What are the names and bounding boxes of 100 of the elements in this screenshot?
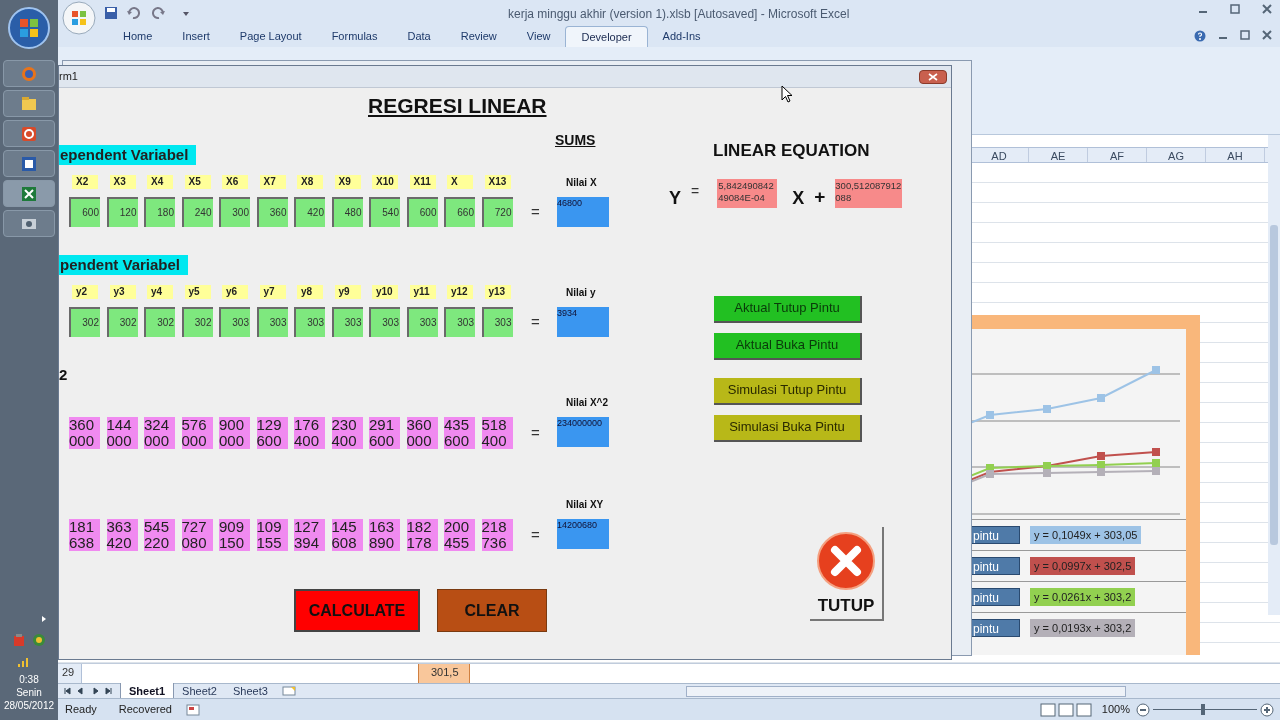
chart-button[interactable]: Simulasi Tutup Pintu [714,377,862,405]
value-field[interactable]: 127394 [294,519,325,551]
calculate-button[interactable]: CALCULATE [294,589,420,632]
form-close-button[interactable] [919,69,947,84]
clock-time[interactable]: 0:38 [19,673,39,686]
sheet-navigation-icon[interactable] [64,686,112,696]
taskbar-button[interactable] [3,120,55,147]
close-icon[interactable] [1262,4,1272,14]
input-field[interactable]: 600 [69,197,100,227]
value-field[interactable]: 230400 [331,417,363,449]
chart-button[interactable]: Aktual Buka Pintu [714,332,862,360]
ribbon-tab[interactable]: Page Layout [224,26,317,47]
value-field[interactable]: 145608 [331,519,363,551]
input-field[interactable]: 303 [331,307,363,337]
view-buttons-icon[interactable] [1039,702,1092,717]
input-field[interactable]: 303 [369,307,400,337]
value-field[interactable]: 363420 [106,519,138,551]
input-field[interactable]: 540 [369,197,400,227]
value-field[interactable]: 163890 [369,519,400,551]
input-field[interactable]: 480 [331,197,363,227]
value-field[interactable]: 545220 [144,519,175,551]
input-field[interactable]: 303 [256,307,288,337]
vertical-scrollbar[interactable] [1268,135,1280,615]
clear-button[interactable]: CLEAR [437,589,547,632]
signal-icon[interactable] [17,655,31,667]
tray-arrow-icon[interactable] [40,615,48,623]
redo-icon[interactable] [152,6,166,20]
taskbar-button[interactable] [3,150,55,177]
input-field[interactable]: 300 [219,197,250,227]
input-field[interactable]: 302 [144,307,175,337]
ribbon-tab[interactable]: Home [108,26,168,47]
input-field[interactable]: 180 [144,197,175,227]
value-field[interactable]: 144000 [106,417,138,449]
value-field[interactable]: 182178 [406,519,438,551]
slope-field[interactable]: 5,84249084249084E-04 [717,178,778,208]
ribbon-tab[interactable]: Formulas [316,26,393,47]
value-field[interactable]: 176400 [294,417,325,449]
value-field[interactable]: 218736 [481,519,513,551]
sum-field[interactable]: 14200680 [557,519,609,549]
input-field[interactable]: 303 [294,307,325,337]
value-field[interactable]: 360000 [406,417,438,449]
input-field[interactable]: 303 [444,307,475,337]
value-field[interactable]: 129600 [256,417,288,449]
taskbar-button[interactable] [3,210,55,237]
column-header[interactable]: AE [1029,148,1088,162]
value-field[interactable]: 109155 [256,519,288,551]
sum-field[interactable]: 46800 [557,197,609,227]
input-field[interactable]: 303 [406,307,438,337]
input-field[interactable]: 660 [444,197,475,227]
input-field[interactable]: 360 [256,197,288,227]
close-icon[interactable] [1262,30,1272,40]
taskbar-button[interactable] [3,180,55,207]
chart-button[interactable]: Simulasi Buka Pintu [714,414,862,442]
column-header[interactable]: AG [1147,148,1206,162]
value-field[interactable]: 324000 [144,417,175,449]
value-field[interactable]: 576000 [181,417,213,449]
sum-field[interactable]: 3934 [557,307,609,337]
chart-button[interactable]: Aktual Tutup Pintu [714,295,862,323]
horizontal-scrollbar[interactable] [685,685,1126,697]
help-icon[interactable] [1194,30,1206,42]
restore-icon[interactable] [1230,4,1240,14]
network-icon[interactable] [32,633,46,647]
save-icon[interactable] [104,6,118,20]
value-field[interactable]: 360000 [69,417,100,449]
intercept-field[interactable]: 300,512087912088 [835,178,903,208]
value-field[interactable]: 900000 [219,417,250,449]
value-field[interactable]: 181638 [69,519,100,551]
input-field[interactable]: 720 [481,197,513,227]
zoom-slider-thumb[interactable] [1201,704,1205,715]
customize-caret-icon[interactable] [182,9,190,17]
row-header[interactable]: 29 [58,664,82,683]
ribbon-tab[interactable]: Insert [167,26,225,47]
value-field[interactable]: 518400 [481,417,513,449]
ribbon-tab[interactable]: Add-Ins [647,26,716,47]
input-field[interactable]: 420 [294,197,325,227]
input-field[interactable]: 302 [181,307,213,337]
zoom-in-icon[interactable] [1260,702,1274,717]
value-field[interactable]: 435600 [444,417,475,449]
sheet-tab[interactable]: Sheet3 [224,682,276,700]
column-header[interactable]: AF [1088,148,1147,162]
cell[interactable]: 301,5 [418,664,470,683]
ribbon-tab[interactable]: Developer [565,26,648,47]
sheet-tab[interactable]: Sheet2 [174,682,225,700]
ribbon-tab[interactable]: Data [392,26,446,47]
input-field[interactable]: 302 [106,307,138,337]
value-field[interactable]: 909150 [219,519,250,551]
column-header[interactable]: AH [1206,148,1265,162]
input-field[interactable]: 303 [219,307,250,337]
input-field[interactable]: 303 [481,307,513,337]
zoom-out-icon[interactable] [1136,702,1150,717]
restore-icon[interactable] [1240,30,1250,40]
value-field[interactable]: 291600 [369,417,400,449]
input-field[interactable]: 302 [69,307,100,337]
macro-record-icon[interactable] [186,703,200,716]
value-field[interactable]: 200455 [444,519,475,551]
ribbon-tab[interactable]: Review [445,26,512,47]
input-field[interactable]: 120 [106,197,138,227]
value-field[interactable]: 727080 [181,519,213,551]
undo-icon[interactable] [126,6,140,20]
zoom-level[interactable]: 100% [1101,701,1130,718]
